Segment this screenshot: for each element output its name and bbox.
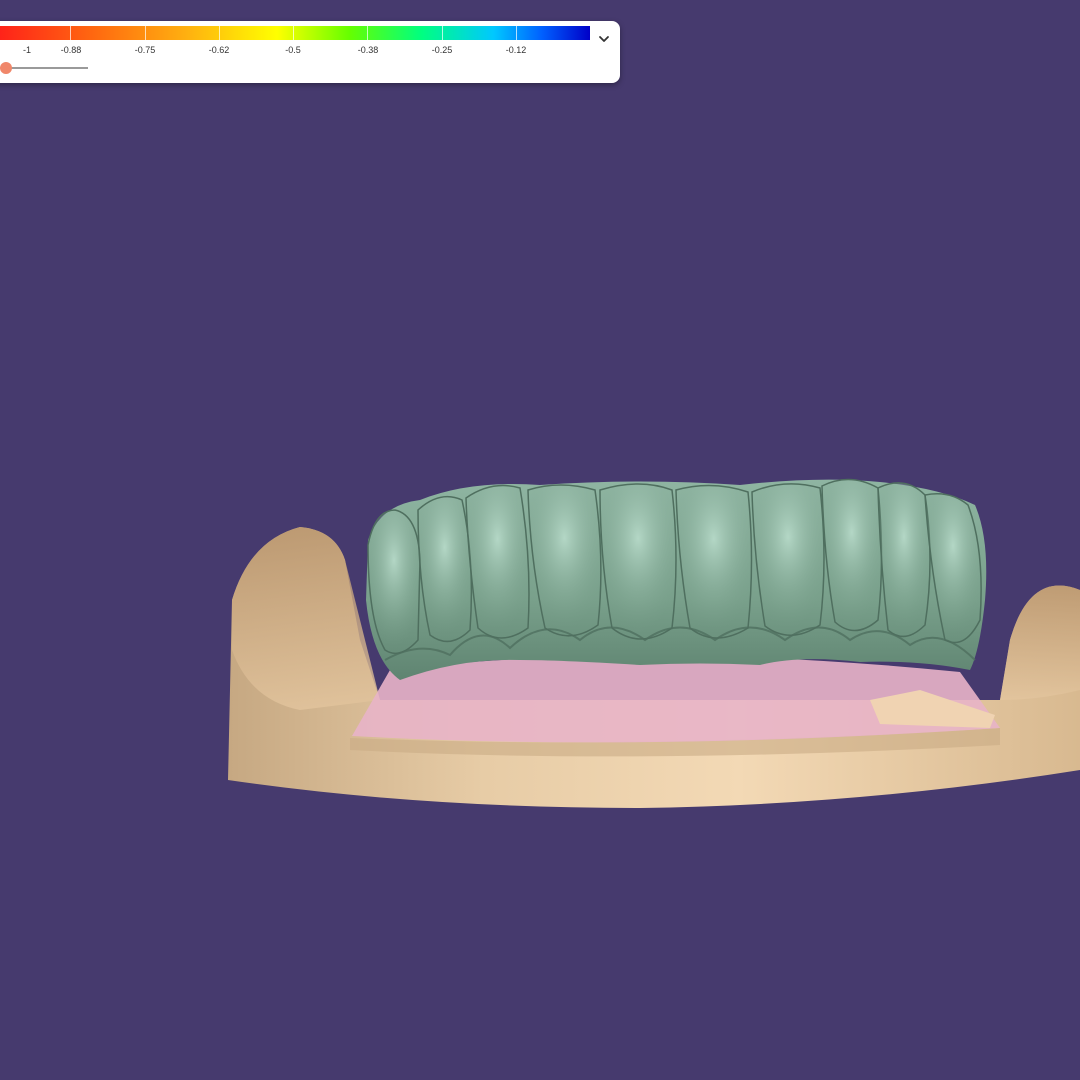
scale-tick-label: -0.12 (505, 45, 527, 55)
gingiva-mesh (352, 655, 1000, 743)
scale-separator (219, 26, 220, 40)
teeth-arch (366, 478, 987, 680)
chevron-down-icon (599, 36, 609, 42)
3d-viewport[interactable] (0, 0, 1080, 1080)
scale-separator (293, 26, 294, 40)
deviation-color-legend: -1 -0.88 -0.75 -0.62 -0.5 -0.38 -0.25 -0… (0, 21, 620, 83)
scale-separator (70, 26, 71, 40)
scale-tick-label: -0.62 (208, 45, 230, 55)
scale-tick-label: -0.88 (60, 45, 82, 55)
threshold-slider-thumb[interactable] (0, 62, 12, 74)
scale-tick-label: -1 (22, 45, 32, 55)
scale-separator (145, 26, 146, 40)
scale-tick-label: -0.75 (134, 45, 156, 55)
scale-tick-label: -0.5 (285, 45, 301, 55)
scale-separator (367, 26, 368, 40)
scale-separator (516, 26, 517, 40)
scale-tick-label: -0.25 (431, 45, 453, 55)
color-scale-bar (0, 26, 590, 40)
scale-tick-label: -0.38 (357, 45, 379, 55)
collapse-legend-button[interactable] (596, 31, 612, 47)
scale-separator (442, 26, 443, 40)
threshold-slider-track[interactable] (4, 67, 88, 69)
